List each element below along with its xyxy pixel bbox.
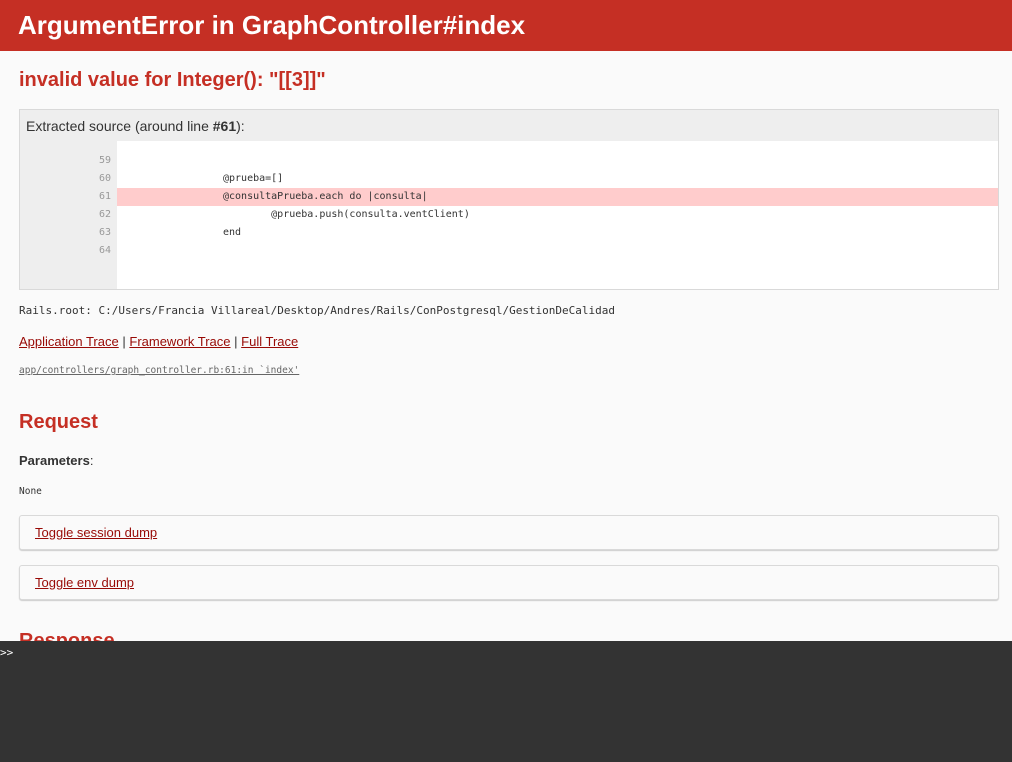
line-number: 59 (98, 155, 111, 166)
framework-trace-link[interactable]: Framework Trace (129, 334, 230, 349)
error-title: ArgumentError in GraphController#index (18, 10, 526, 40)
parameters-value: None (19, 486, 42, 497)
line-numbers: 59 60 61 62 63 64 (20, 141, 117, 289)
extracted-source: Extracted source (around line #61): 59 6… (19, 109, 999, 290)
env-dump-panel: Toggle env dump (19, 565, 999, 600)
console-prompt: >> (0, 646, 14, 659)
trace-line-link[interactable]: app/controllers/graph_controller.rb:61:i… (19, 365, 299, 376)
request-heading: Request (19, 411, 98, 433)
rails-root: Rails.root: C:/Users/Francia Villareal/D… (19, 304, 616, 317)
code-line-highlighted: @consultaPrueba.each do |consulta| (117, 188, 998, 206)
parameters-label: Parameters: (19, 453, 94, 468)
line-number: 60 (98, 173, 111, 184)
line-number: 63 (98, 227, 111, 238)
code-line: @prueba.push(consulta.ventClient) (223, 209, 470, 220)
line-number: 62 (98, 209, 111, 220)
code-lines: @prueba=[] @consultaPrueba.each do |cons… (117, 141, 998, 289)
error-message: invalid value for Integer(): "[[3]]" (19, 69, 326, 91)
line-number: 64 (98, 245, 111, 256)
code-line: end (223, 227, 242, 238)
code-line: @prueba=[] (223, 173, 284, 184)
toggle-session-dump-link[interactable]: Toggle session dump (35, 525, 157, 540)
trace-links: Application Trace | Framework Trace | Fu… (19, 334, 299, 349)
line-number: 61 (98, 191, 111, 202)
web-console[interactable]: >> (0, 641, 1012, 762)
application-trace-link[interactable]: Application Trace (19, 334, 119, 349)
error-header: ArgumentError in GraphController#index (0, 0, 1012, 51)
full-trace-link[interactable]: Full Trace (241, 334, 298, 349)
source-caption: Extracted source (around line #61): (26, 118, 245, 134)
session-dump-panel: Toggle session dump (19, 515, 999, 550)
toggle-env-dump-link[interactable]: Toggle env dump (35, 575, 134, 590)
